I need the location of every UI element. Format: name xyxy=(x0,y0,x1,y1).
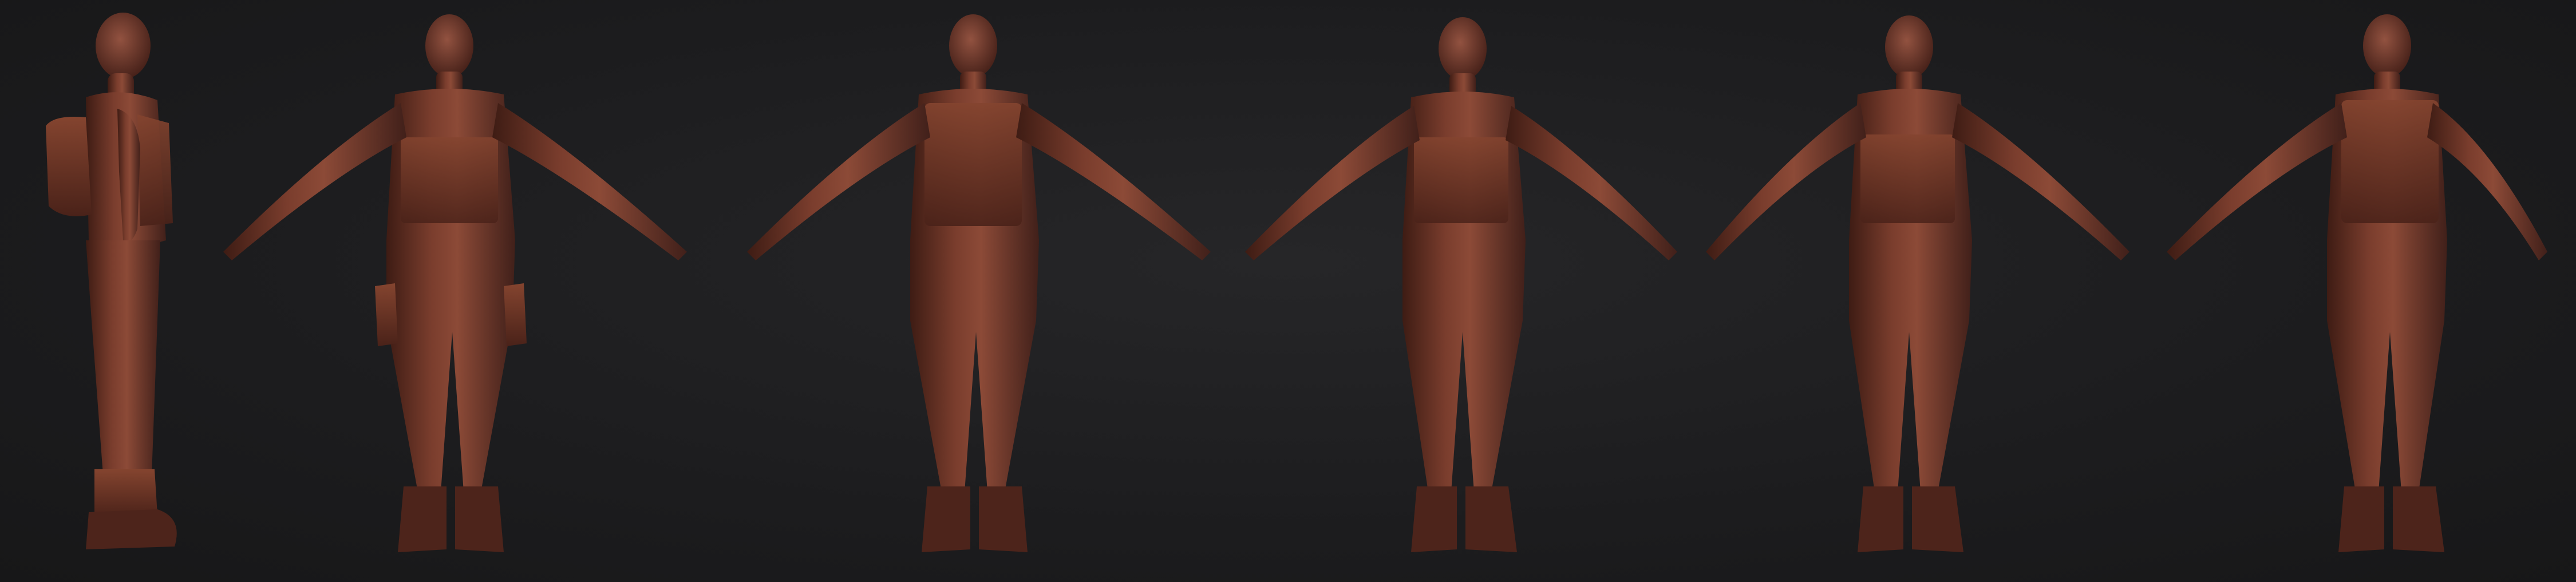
figure-view-back-three-quarter xyxy=(2158,0,2559,582)
figure-view-front xyxy=(212,0,704,582)
soldier-figure-back-3q xyxy=(2167,14,2547,552)
soldier-figure-front-3q xyxy=(1245,17,1677,552)
soldier-figure-back xyxy=(747,14,1211,552)
soldier-figure-front-3q-right xyxy=(1706,15,2129,552)
figure-view-back xyxy=(733,0,1225,582)
figure-view-front-three-quarter xyxy=(1231,0,1689,582)
figure-view-side-left xyxy=(23,0,195,582)
figure-view-front-three-quarter-right xyxy=(1694,0,2152,582)
soldier-figure-side xyxy=(46,13,177,549)
soldier-figure-front xyxy=(223,14,687,552)
render-canvas xyxy=(0,0,2576,582)
